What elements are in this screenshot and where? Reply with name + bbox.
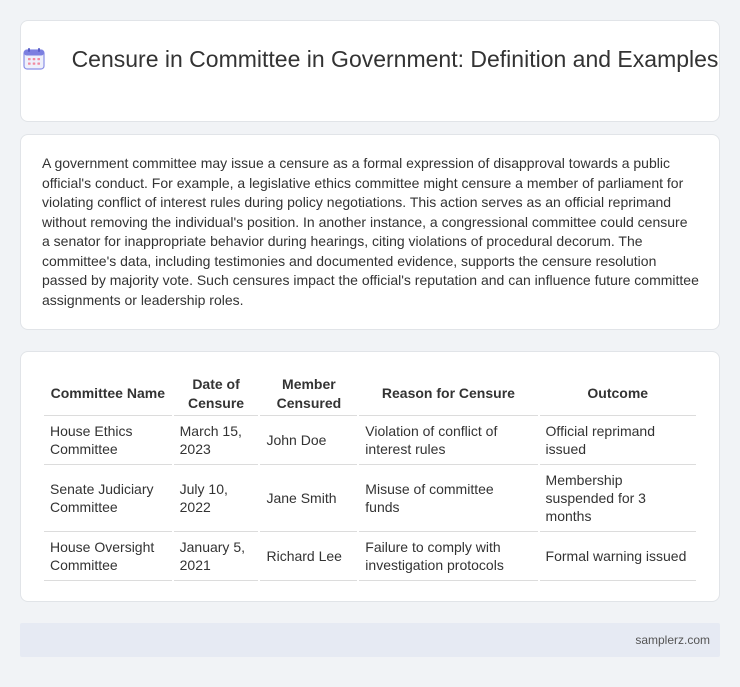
cell-member-censured: Jane Smith <box>260 465 358 532</box>
cell-date-of-censure: January 5, 2021 <box>173 532 259 581</box>
table-row: House Ethics Committee March 15, 2023 Jo… <box>44 416 696 465</box>
cell-outcome: Formal warning issued <box>539 532 696 581</box>
cell-outcome: Membership suspended for 3 months <box>539 465 696 532</box>
column-header-date-of-censure: Date of Censure <box>173 372 259 416</box>
footer-bar: samplerz.com <box>20 623 720 657</box>
footer-site-link[interactable]: samplerz.com <box>635 633 710 647</box>
cell-member-censured: John Doe <box>260 416 358 465</box>
cell-date-of-censure: July 10, 2022 <box>173 465 259 532</box>
intro-paragraph: A government committee may issue a censu… <box>42 155 699 308</box>
cell-committee-name: House Ethics Committee <box>44 416 172 465</box>
cell-reason-for-censure: Violation of conflict of interest rules <box>359 416 538 465</box>
cell-date-of-censure: March 15, 2023 <box>173 416 259 465</box>
page-title: Censure in Committee in Government: Defi… <box>71 46 719 72</box>
column-header-outcome: Outcome <box>539 372 696 416</box>
title-card: Censure in Committee in Government: Defi… <box>20 20 720 122</box>
cell-member-censured: Richard Lee <box>260 532 358 581</box>
calendar-icon <box>22 47 46 71</box>
column-header-member-censured: Member Censured <box>260 372 358 416</box>
cell-committee-name: Senate Judiciary Committee <box>44 465 172 532</box>
table-header-row: Committee Name Date of Censure Member Ce… <box>44 372 696 416</box>
table-row: House Oversight Committee January 5, 202… <box>44 532 696 581</box>
column-header-committee-name: Committee Name <box>44 372 172 416</box>
column-header-reason-for-censure: Reason for Censure <box>359 372 538 416</box>
cell-reason-for-censure: Failure to comply with investigation pro… <box>359 532 538 581</box>
cell-reason-for-censure: Misuse of committee funds <box>359 465 538 532</box>
censure-table: Committee Name Date of Censure Member Ce… <box>42 372 698 581</box>
page-title-row: Censure in Committee in Government: Defi… <box>21 45 719 74</box>
cell-outcome: Official reprimand issued <box>539 416 696 465</box>
cell-committee-name: House Oversight Committee <box>44 532 172 581</box>
intro-card: A government committee may issue a censu… <box>20 134 720 330</box>
table-card: Committee Name Date of Censure Member Ce… <box>20 351 720 602</box>
table-row: Senate Judiciary Committee July 10, 2022… <box>44 465 696 532</box>
